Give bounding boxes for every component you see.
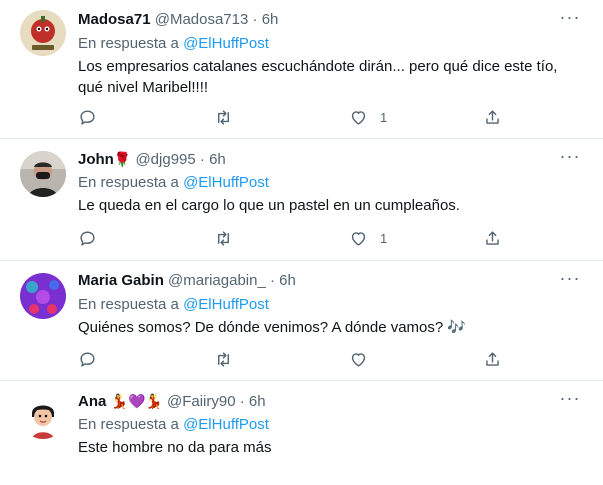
- tweet-text: Quiénes somos? De dónde venimos? A dónde…: [78, 319, 467, 336]
- tweet-header: Maria Gabin @mariagabin_ · 6h: [78, 271, 296, 291]
- reply-button[interactable]: [78, 227, 109, 249]
- like-count: 1: [380, 109, 388, 125]
- reply-context: En respuesta a @ElHuffPost: [78, 415, 269, 435]
- retweet-icon: [218, 109, 229, 125]
- timestamp[interactable]: 6h: [209, 151, 226, 168]
- tweet-text: Los empresarios catalanes escuchándote d…: [78, 58, 558, 96]
- like-button[interactable]: 1: [349, 106, 387, 128]
- ana-avatar-image: [20, 393, 66, 439]
- maria-avatar-image: [20, 273, 66, 319]
- share-icon: [486, 230, 499, 245]
- reply-icon: [80, 230, 95, 246]
- tweet-header: John🌹 @djg995 · 6h: [78, 149, 226, 170]
- timestamp[interactable]: 6h: [262, 11, 279, 28]
- timestamp[interactable]: 6h: [249, 393, 266, 410]
- john-avatar-image: [20, 151, 66, 197]
- like-icon: [351, 352, 366, 367]
- madosa-avatar-image: [20, 10, 66, 56]
- reply-context: En respuesta a @ElHuffPost: [78, 34, 269, 54]
- tweet[interactable]: John🌹 @djg995 · 6h ··· En respuesta a @E…: [0, 139, 603, 261]
- like-icon: [351, 110, 366, 125]
- name-emoji: 💃💜💃: [110, 393, 163, 409]
- tweet-actions: [78, 348, 518, 370]
- tweet[interactable]: Ana 💃💜💃 @Faiiry90 · 6h ··· En respuesta …: [0, 381, 603, 485]
- avatar[interactable]: [20, 273, 66, 319]
- retweet-button[interactable]: [214, 106, 245, 128]
- more-icon[interactable]: ···: [559, 8, 581, 30]
- retweet-icon: [218, 351, 229, 367]
- separator: ·: [269, 272, 275, 289]
- share-icon: [486, 351, 499, 366]
- reply-button[interactable]: [78, 106, 109, 128]
- avatar[interactable]: [20, 393, 66, 439]
- separator: ·: [239, 393, 245, 410]
- tweet-header: Madosa71 @Madosa713 · 6h: [78, 10, 278, 30]
- retweet-button[interactable]: [214, 227, 245, 249]
- reply-context: En respuesta a @ElHuffPost: [78, 295, 269, 315]
- reply-to-link[interactable]: @ElHuffPost: [183, 416, 269, 433]
- name-emoji: 🌹: [113, 151, 132, 167]
- reply-icon: [80, 109, 95, 125]
- more-icon[interactable]: ···: [559, 389, 581, 411]
- share-button[interactable]: [483, 106, 502, 128]
- user-handle[interactable]: @djg995: [135, 151, 195, 168]
- share-icon: [486, 109, 499, 124]
- reply-to-link[interactable]: @ElHuffPost: [183, 35, 269, 52]
- tweet-text: Este hombre no da para más: [78, 439, 272, 456]
- retweet-button[interactable]: [214, 348, 245, 370]
- tweet-actions: 1: [78, 106, 518, 128]
- avatar[interactable]: [20, 10, 66, 56]
- timestamp[interactable]: 6h: [279, 272, 296, 289]
- display-name[interactable]: Ana: [78, 393, 106, 410]
- reply-context: En respuesta a @ElHuffPost: [78, 173, 269, 193]
- user-handle[interactable]: @mariagabin_: [168, 272, 266, 289]
- like-count: 1: [380, 230, 388, 246]
- reply-feed: Madosa71 @Madosa713 · 6h ··· En respuest…: [0, 0, 603, 485]
- display-name[interactable]: Madosa71: [78, 11, 151, 28]
- tweet-actions: 1: [78, 227, 518, 249]
- tweet[interactable]: Madosa71 @Madosa713 · 6h ··· En respuest…: [0, 0, 603, 139]
- display-name[interactable]: Maria Gabin: [78, 272, 164, 289]
- retweet-icon: [218, 230, 229, 246]
- like-button[interactable]: 1: [349, 227, 387, 249]
- reply-to-link[interactable]: @ElHuffPost: [183, 296, 269, 313]
- tweet-header: Ana 💃💜💃 @Faiiry90 · 6h: [78, 391, 266, 412]
- share-button[interactable]: [483, 348, 502, 370]
- user-handle[interactable]: @Madosa713: [155, 11, 249, 28]
- reply-prefix: En respuesta a: [78, 35, 179, 52]
- more-icon[interactable]: ···: [559, 269, 581, 291]
- reply-prefix: En respuesta a: [78, 296, 179, 313]
- share-button[interactable]: [483, 227, 502, 249]
- display-name[interactable]: John: [78, 151, 114, 168]
- more-icon[interactable]: ···: [559, 147, 581, 169]
- like-icon: [351, 231, 366, 246]
- like-button[interactable]: [349, 348, 380, 370]
- user-handle[interactable]: @Faiiry90: [167, 393, 236, 410]
- avatar[interactable]: [20, 151, 66, 197]
- reply-icon: [80, 351, 95, 367]
- tweet-text: Le queda en el cargo lo que un pastel en…: [78, 197, 460, 214]
- reply-prefix: En respuesta a: [78, 416, 179, 433]
- reply-button[interactable]: [78, 348, 109, 370]
- separator: ·: [199, 151, 205, 168]
- tweet[interactable]: Maria Gabin @mariagabin_ · 6h ··· En res…: [0, 261, 603, 381]
- separator: ·: [252, 11, 258, 28]
- reply-to-link[interactable]: @ElHuffPost: [183, 174, 269, 191]
- reply-prefix: En respuesta a: [78, 174, 179, 191]
